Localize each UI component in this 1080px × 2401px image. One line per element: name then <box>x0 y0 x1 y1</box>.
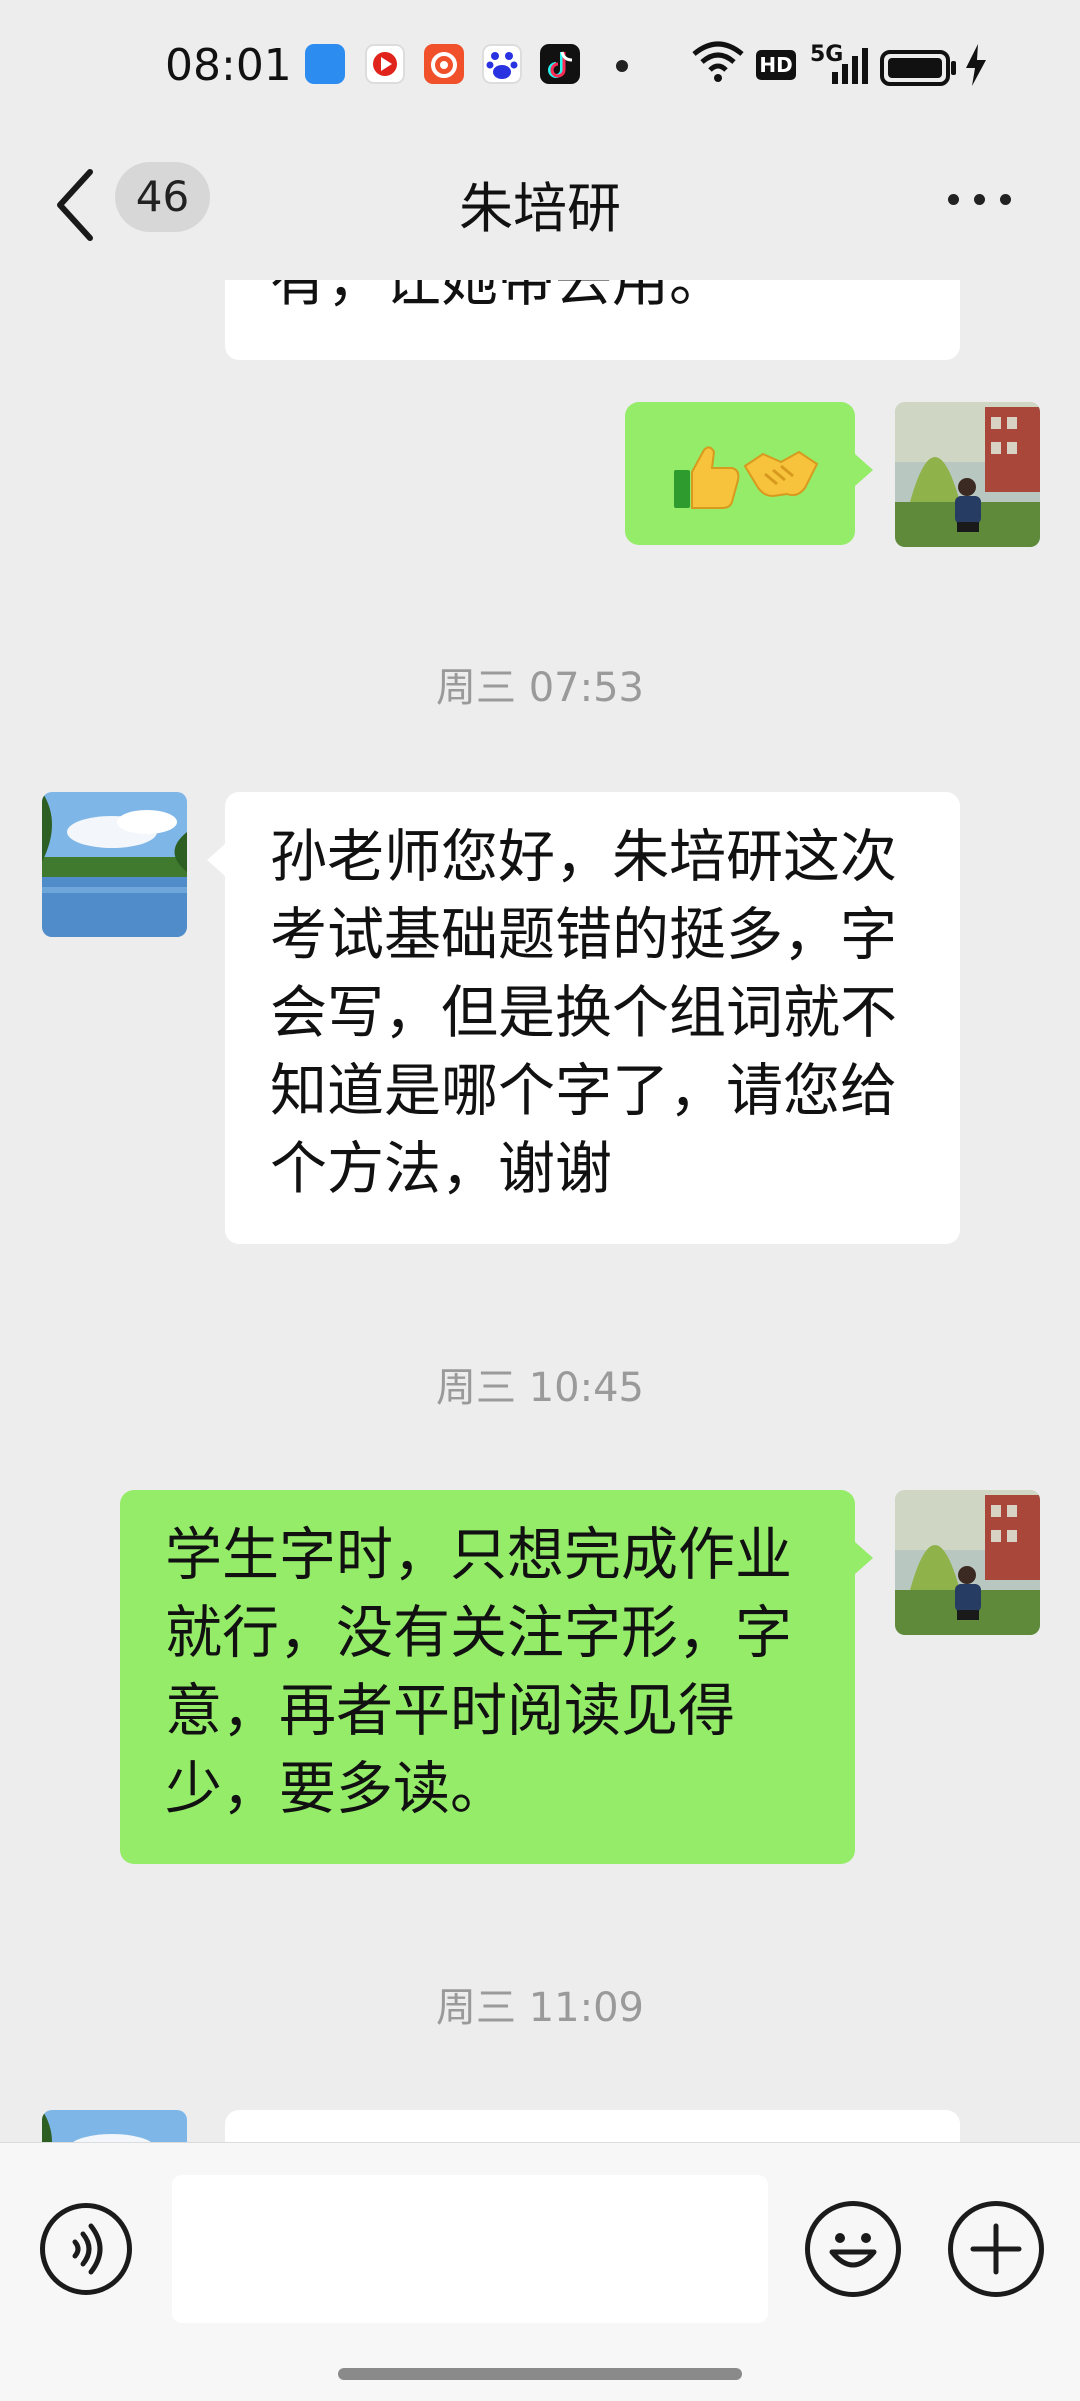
more-options-button[interactable] <box>940 180 1020 220</box>
message-line: 孙老师您好，朱培研这次 <box>270 824 897 890</box>
bubble-tail <box>855 454 873 486</box>
message-line: 知道是哪个字了，请您给 <box>270 1058 897 1124</box>
avatar-self[interactable] <box>895 402 1040 547</box>
voice-button[interactable] <box>40 2203 132 2295</box>
status-bar: 08:01 HD 5G <box>0 0 1080 130</box>
message-line: 意，再者平时阅读见得 <box>165 1678 735 1744</box>
message-icon <box>305 44 345 84</box>
message-line: 考试基础题错的挺多，字 <box>270 902 897 968</box>
charging-icon <box>966 44 986 86</box>
thumbs-up-icon <box>674 446 740 509</box>
timestamp: 周三 11:09 <box>436 1985 644 2031</box>
wifi-icon <box>692 41 744 82</box>
message-text: 孙老师您好，朱培研这次 考试基础题错的挺多，字 会写，但是换个组词就不 知道是哪… <box>270 818 897 1208</box>
voice-icon <box>72 2223 103 2275</box>
input-bar <box>0 2142 1080 2401</box>
home-indicator[interactable] <box>338 2368 742 2380</box>
handshake-icon <box>743 450 819 498</box>
message-line: 就行，没有关注字形，字 <box>165 1600 792 1666</box>
chat-title: 朱培研 <box>459 177 621 240</box>
message-text: 学生字时，只想完成作业 就行，没有关注字形，字 意，再者平时阅读见得 少，要多读… <box>165 1516 792 1828</box>
message-line: 少，要多读。 <box>165 1756 507 1822</box>
bubble-tail <box>855 1542 873 1574</box>
plus-button[interactable] <box>948 2201 1044 2297</box>
bubble-tail <box>207 844 225 876</box>
douyin-icon <box>540 44 580 84</box>
hd-icon: HD <box>756 50 796 80</box>
emoji-icon <box>829 2233 877 2268</box>
more-dot-icon <box>1000 194 1011 205</box>
avatar-contact[interactable] <box>42 2110 187 2142</box>
baidu-icon <box>482 44 522 84</box>
avatar-self[interactable] <box>895 1490 1040 1635</box>
message-line: 会写，但是换个组词就不 <box>270 980 897 1046</box>
message-line: 个方法，谢谢 <box>270 1136 612 1202</box>
avatar-contact[interactable] <box>42 792 187 937</box>
message-bubble-outgoing[interactable] <box>625 402 873 545</box>
plus-icon <box>970 2223 1022 2275</box>
video-icon <box>365 44 405 84</box>
message-bubble-incoming[interactable]: 孙老师您好，朱培研这次 考试基础题错的挺多，字 会写，但是换个组词就不 知道是哪… <box>207 792 960 1244</box>
emoji-button[interactable] <box>805 2201 901 2297</box>
more-dot-icon <box>948 194 959 205</box>
message-line: 学生字时，只想完成作业 <box>165 1522 792 1588</box>
message-bubble-outgoing[interactable]: 学生字时，只想完成作业 就行，没有关注字形，字 意，再者平时阅读见得 少，要多读… <box>120 1490 873 1864</box>
weibo-icon <box>424 44 464 84</box>
battery-icon <box>880 50 956 86</box>
status-time: 08:01 <box>165 40 292 91</box>
chat-header: 46 朱培研 <box>0 130 1080 280</box>
message-bubble-incoming[interactable]: 有，让她带去用。 <box>225 280 960 360</box>
message-input[interactable] <box>172 2175 768 2323</box>
message-list[interactable]: 有，让她带去用。 周三 07:53 孙老师您好，朱培研这次 考试基础题错的挺多，… <box>0 280 1080 2142</box>
message-bubble-incoming[interactable] <box>225 2110 960 2142</box>
timestamp: 周三 07:53 <box>436 665 644 711</box>
timestamp: 周三 10:45 <box>436 1365 644 1411</box>
more-dot-icon <box>974 194 985 205</box>
message-text: 有，让她带去用。 <box>270 280 726 314</box>
notification-dot <box>616 60 628 72</box>
signal-icon <box>832 48 868 84</box>
